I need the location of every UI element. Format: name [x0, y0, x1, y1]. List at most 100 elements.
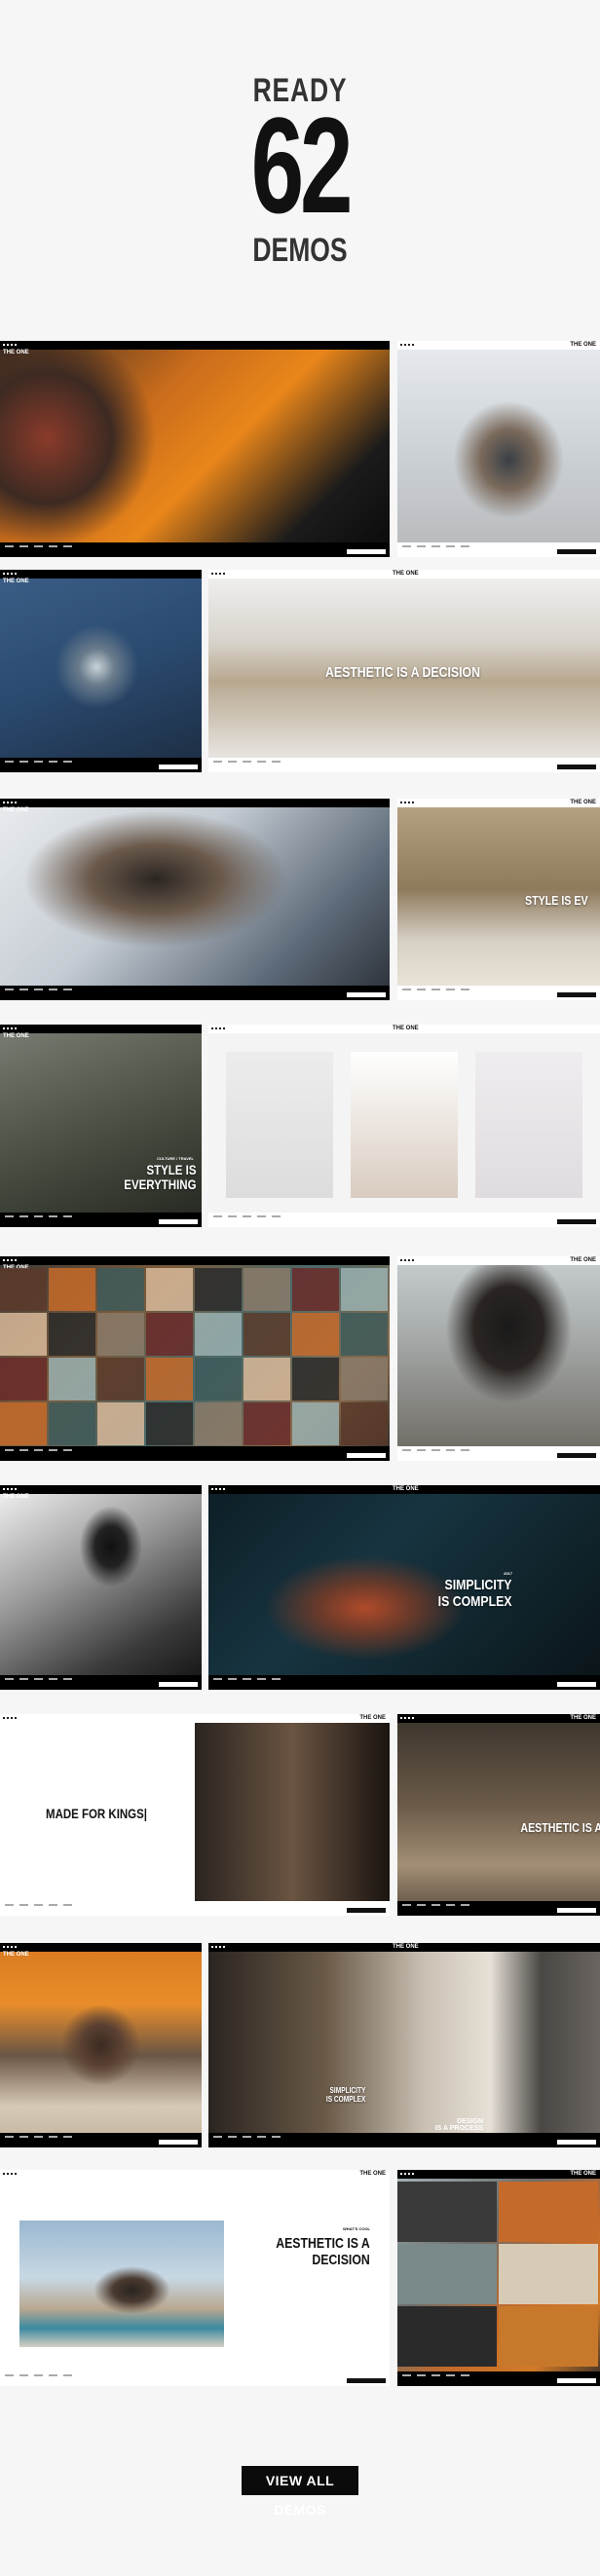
menu-dots-icon — [3, 1946, 17, 1949]
demo-footer-nav — [402, 545, 469, 547]
demo-footer-button — [347, 2378, 386, 2383]
demo-caption: STYLE IS EV — [525, 893, 588, 908]
demo-footer-nav — [5, 989, 72, 990]
demo-thumbnail[interactable]: THE ONE — [0, 341, 390, 557]
mosaic-cell — [341, 1313, 388, 1356]
mosaic-cell — [97, 1402, 144, 1445]
hero-headline: READY 62 DEMOS — [0, 0, 600, 321]
demo-thumbnail[interactable]: THE ONE — [397, 1256, 600, 1461]
demo-caption-line: DECISION — [312, 2251, 370, 2268]
demo-footer-bar — [0, 1901, 390, 1916]
mosaic-cell — [0, 1358, 47, 1400]
mosaic-cell — [0, 1313, 47, 1356]
brand-logo: THE ONE — [570, 342, 596, 348]
mosaic-cell — [292, 1358, 339, 1400]
demo-thumbnail[interactable]: THE ONE — [0, 799, 390, 1000]
demo-preview-panel — [226, 1052, 333, 1198]
demo-footer-bar — [397, 542, 600, 557]
brand-logo: THE ONE — [570, 1257, 596, 1263]
demo-caption-line: AESTHETIC IS A DECISION — [325, 664, 481, 681]
mosaic-cell — [146, 1268, 193, 1311]
hero-demos: DEMOS — [252, 232, 348, 269]
demo-thumbnail[interactable]: THE ONE MADE FOR KINGS| — [0, 1714, 390, 1916]
demo-footer-nav — [5, 1449, 72, 1451]
demo-caption-line: STYLE IS EV — [525, 893, 588, 908]
demo-footer-bar — [208, 758, 600, 772]
demo-footer-nav — [5, 2136, 72, 2138]
demo-thumbnail[interactable]: THE ONE AESTHETIC IS A — [397, 1714, 600, 1916]
mosaic-cell — [397, 2182, 497, 2242]
demo-caption-line: SIMPLICITY — [444, 1577, 512, 1593]
mosaic-cell — [244, 1313, 290, 1356]
demo-footer-nav — [213, 2136, 281, 2138]
demo-footer-bar — [208, 1675, 600, 1690]
demo-footer-button — [557, 2378, 596, 2383]
demo-footer-bar — [0, 1446, 390, 1461]
demo-footer-nav — [5, 761, 72, 763]
demo-thumbnail[interactable]: THE ONE — [0, 1256, 390, 1461]
demo-preview-panel — [475, 1052, 582, 1198]
demo-header-bar: THE ONE — [397, 1256, 600, 1265]
brand-logo: THE ONE — [393, 1486, 419, 1492]
demo-preview-panel — [351, 1052, 458, 1198]
demo-caption-line: IS COMPLEX — [438, 1592, 512, 1610]
demo-thumbnail[interactable]: THE ONE — [0, 1485, 202, 1690]
demo-footer-nav — [5, 2374, 72, 2376]
demo-thumbnail[interactable]: THE ONE — [397, 341, 600, 557]
demo-header-bar: THE ONE — [397, 799, 600, 807]
demo-caption: MADE FOR KINGS| — [46, 1806, 147, 1821]
demo-subcaption-line: IS A PROCESS — [434, 2125, 483, 2132]
mosaic-cell — [292, 1402, 339, 1445]
demo-thumbnail[interactable]: THE ONE STYLE IS EVERYTHING CULTURE / TRAVE… — [0, 1025, 202, 1227]
mosaic-cell — [49, 1268, 95, 1311]
demo-photo — [19, 2221, 224, 2347]
demo-footer-button — [159, 1219, 198, 1224]
demo-thumbnail[interactable]: THE ONE — [0, 1943, 202, 2147]
demo-footer-nav — [402, 989, 469, 990]
demo-footer-bar — [397, 2371, 600, 2386]
demo-subcaption: DESIGN IS A PROCESS — [435, 2118, 483, 2132]
demo-footer-bar — [0, 1675, 202, 1690]
demo-thumbnail[interactable]: THE ONE SIMPLICITY IS COMPLEX DESIGN IS A PR… — [208, 1943, 600, 2147]
demo-caption: SIMPLICITY IS COMPLEX — [326, 2086, 365, 2105]
demo-thumbnail[interactable]: THE ONE SIMPLICITY IS COMPLEX 2017 — [208, 1485, 600, 1690]
menu-dots-icon — [3, 1259, 17, 1262]
brand-logo: THE ONE — [570, 1715, 596, 1721]
demo-footer-nav — [5, 1215, 72, 1217]
view-all-demos-button[interactable]: VIEW ALL DEMOS — [242, 2466, 358, 2518]
mosaic-cell — [292, 1313, 339, 1356]
demo-footer-nav — [5, 1678, 72, 1680]
mosaic-cell — [97, 1358, 144, 1400]
demo-thumbnail[interactable]: THE ONE — [397, 2170, 600, 2386]
brand-logo: THE ONE — [393, 1026, 419, 1031]
menu-dots-icon — [400, 1717, 414, 1720]
demo-footer-button — [347, 992, 386, 997]
mosaic-cell — [49, 1358, 95, 1400]
demo-footer-button — [347, 1908, 386, 1913]
mosaic-cell — [146, 1358, 193, 1400]
demo-header-bar: THE ONE — [0, 1714, 390, 1723]
brand-logo: THE ONE — [570, 800, 596, 805]
demo-footer-bar — [397, 1446, 600, 1461]
demo-caption-line: AESTHETIC IS A — [520, 1820, 600, 1835]
demo-footer-bar — [0, 2133, 202, 2147]
demo-footer-button — [557, 1682, 596, 1687]
mosaic-cell — [244, 1358, 290, 1400]
demo-footer-button — [557, 765, 596, 769]
mosaic-cell — [499, 2182, 598, 2242]
demo-thumbnail[interactable]: THE ONE — [208, 1025, 600, 1227]
brand-logo: THE ONE — [3, 1494, 29, 1500]
demo-thumbnail[interactable]: THE ONE STYLE IS EV — [397, 799, 600, 1000]
demo-thumbnail[interactable]: THE ONE AESTHETIC IS A DECISION — [208, 570, 600, 772]
demo-header-bar: THE ONE — [397, 341, 600, 350]
demo-thumbnail[interactable]: THE ONE — [0, 570, 202, 772]
demo-header-bar: THE ONE — [0, 570, 202, 584]
demo-thumbnail[interactable]: THE ONE AESTHETIC IS A DECISION WHAT'S COOL — [0, 2170, 390, 2386]
demo-header-bar: THE ONE — [397, 2170, 600, 2179]
mosaic-cell — [0, 1268, 47, 1311]
demo-subcaption: 2017 — [504, 1571, 512, 1576]
mosaic-cell — [195, 1313, 242, 1356]
demo-header-bar: THE ONE — [208, 1943, 600, 1952]
demo-caption: STYLE IS EVERYTHING — [124, 1162, 196, 1193]
demo-footer-bar — [208, 2133, 600, 2147]
